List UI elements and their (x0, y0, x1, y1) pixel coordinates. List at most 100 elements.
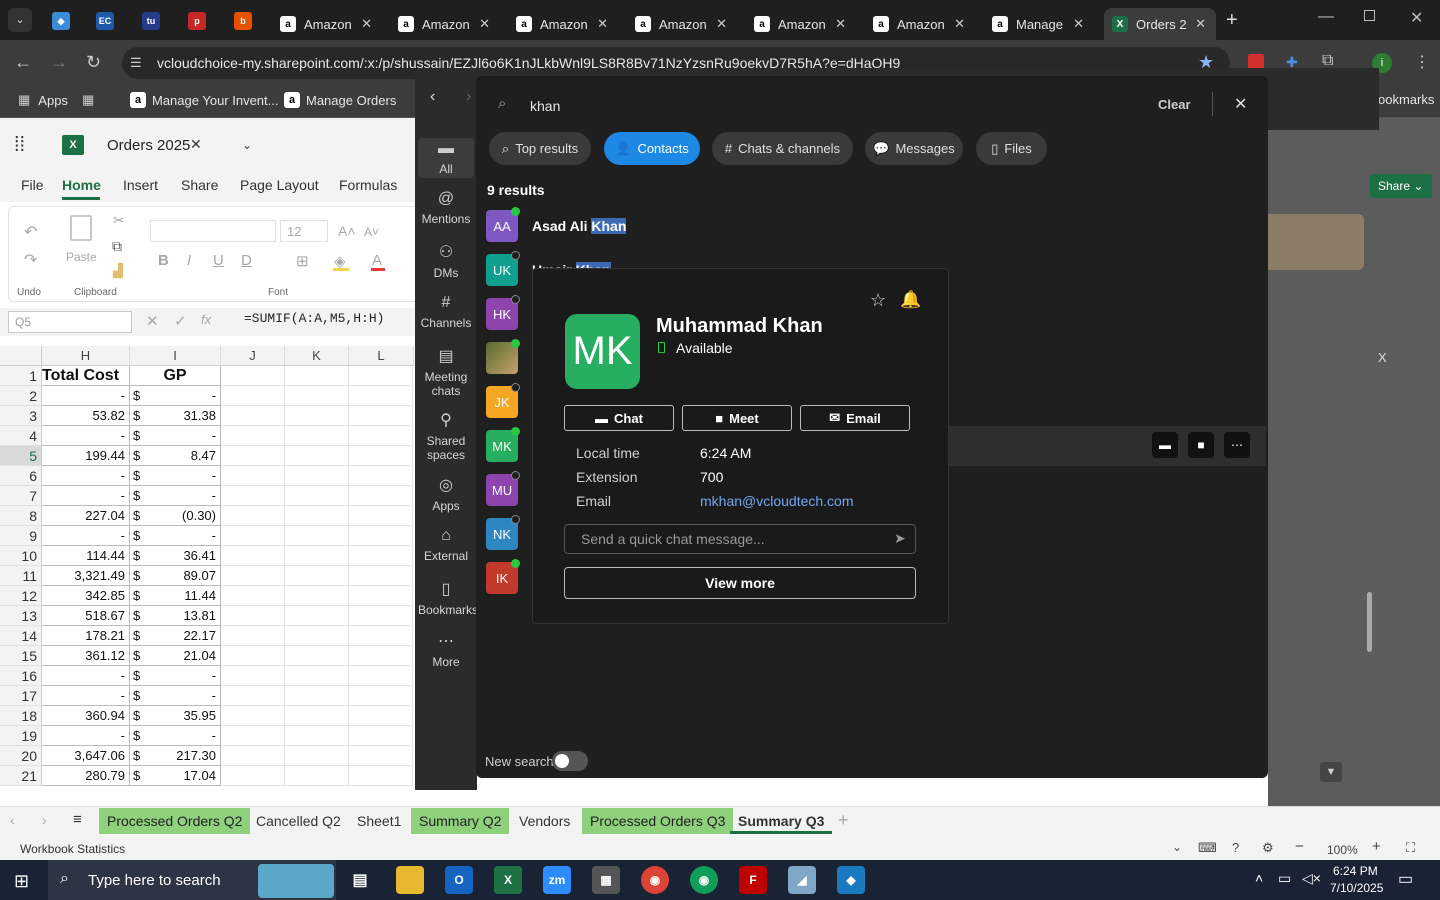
empty-cell[interactable] (349, 546, 413, 566)
total-cost-cell[interactable]: 3,321.49 (42, 566, 130, 586)
browser-tab[interactable]: a Manage ✕ (984, 8, 1094, 40)
total-cost-cell[interactable]: 518.67 (42, 606, 130, 626)
restore-icon[interactable] (1364, 10, 1375, 21)
empty-cell[interactable] (285, 746, 349, 766)
filezilla-icon[interactable]: F (739, 866, 767, 894)
close-icon[interactable]: ✕ (835, 16, 846, 32)
prev-sheet-icon[interactable]: ‹ (10, 812, 15, 828)
gp-cell[interactable]: $ (0.30) (130, 506, 221, 526)
empty-cell[interactable] (221, 366, 285, 386)
volume-icon[interactable]: ◁× (1302, 870, 1321, 887)
empty-cell[interactable] (285, 666, 349, 686)
row-header[interactable]: 1 (0, 366, 42, 386)
header-cell[interactable]: GP (130, 366, 221, 386)
zoom-level[interactable]: 100% (1327, 843, 1358, 857)
filter-chats-channels[interactable]: # Chats & channels (712, 132, 853, 165)
notifications-icon[interactable]: ▭ (1398, 869, 1413, 889)
clear-button[interactable]: Clear (1158, 97, 1191, 112)
empty-cell[interactable] (349, 486, 413, 506)
empty-cell[interactable] (285, 426, 349, 446)
close-icon[interactable]: ✕ (597, 16, 608, 32)
rail-item-dms[interactable]: ⚇ DMs (418, 242, 474, 280)
filter-files[interactable]: ▯ Files (976, 132, 1047, 165)
select-all-corner[interactable] (0, 346, 42, 366)
zoom-out-icon[interactable]: − (1295, 838, 1304, 855)
total-cost-cell[interactable]: - (42, 726, 130, 746)
clock-time[interactable]: 6:24 PM (1333, 864, 1378, 878)
total-cost-cell[interactable]: 114.44 (42, 546, 130, 566)
share-button[interactable]: Share ⌄ (1370, 174, 1432, 198)
sheet-tab[interactable]: Processed Orders Q2 (99, 808, 251, 834)
app-launcher-icon[interactable]: ⁞⁞ (14, 134, 25, 157)
row-header[interactable]: 4 (0, 426, 42, 446)
cancel-formula-icon[interactable]: ✕ (146, 312, 159, 330)
row-header[interactable]: 3 (0, 406, 42, 426)
increase-font-icon[interactable]: A˄ (338, 223, 356, 239)
row-header[interactable]: 15 (0, 646, 42, 666)
browser-tab[interactable]: a Amazon ✕ (865, 8, 975, 40)
reload-icon[interactable]: ↻ (86, 52, 101, 73)
close-window-icon[interactable]: ✕ (1410, 8, 1423, 28)
empty-cell[interactable] (349, 686, 413, 706)
file-settings-icon[interactable]: ✕ (190, 136, 202, 153)
rail-item-more[interactable]: ⋯ More (418, 631, 474, 669)
empty-cell[interactable] (221, 646, 285, 666)
site-info-icon[interactable]: ☰ (130, 55, 142, 71)
column-header[interactable]: K (285, 346, 349, 366)
gp-cell[interactable]: $ - (130, 686, 221, 706)
empty-cell[interactable] (221, 386, 285, 406)
empty-cell[interactable] (285, 466, 349, 486)
row-header[interactable]: 10 (0, 546, 42, 566)
chrome-icon[interactable]: ◉ (690, 866, 718, 894)
gp-cell[interactable]: $89.07 (130, 566, 221, 586)
tab-formulas[interactable]: Formulas (339, 177, 397, 193)
notification-bell-icon[interactable]: 🔔 (900, 290, 921, 310)
calculator-icon[interactable]: ▦ (592, 866, 620, 894)
file-name[interactable]: Orders 2025 (107, 137, 190, 154)
sheet-tab[interactable]: Sheet1 (349, 808, 409, 834)
gp-cell[interactable]: $11.44 (130, 586, 221, 606)
pinned-tab-icon[interactable]: p (188, 12, 206, 30)
total-cost-cell[interactable]: - (42, 386, 130, 406)
row-header[interactable]: 14 (0, 626, 42, 646)
tray-chevron-icon[interactable]: ˄ (1255, 870, 1263, 886)
gp-cell[interactable]: $ - (130, 726, 221, 746)
empty-cell[interactable] (285, 686, 349, 706)
meet-button[interactable]: ■ Meet (682, 405, 792, 431)
empty-cell[interactable] (221, 586, 285, 606)
empty-cell[interactable] (285, 366, 349, 386)
menu-kebab-icon[interactable]: ⋮ (1414, 52, 1430, 72)
column-header[interactable]: L (349, 346, 414, 366)
rail-item-mentions[interactable]: @ Mentions (418, 190, 474, 226)
grid-bookmark[interactable]: ▦ (82, 92, 94, 108)
empty-cell[interactable] (349, 606, 413, 626)
font-size-select[interactable]: 12 (280, 220, 328, 242)
empty-cell[interactable] (285, 726, 349, 746)
row-header[interactable]: 16 (0, 666, 42, 686)
font-family-select[interactable] (150, 220, 276, 242)
filter-top-results[interactable]: ⌕ Top results (489, 132, 591, 165)
total-cost-cell[interactable]: 178.21 (42, 626, 130, 646)
total-cost-cell[interactable]: 361.12 (42, 646, 130, 666)
empty-cell[interactable] (349, 446, 413, 466)
bold-icon[interactable]: B (158, 252, 169, 269)
tab-home[interactable]: Home (62, 177, 101, 193)
empty-cell[interactable] (221, 706, 285, 726)
row-header[interactable]: 20 (0, 746, 42, 766)
email-link[interactable]: mkhan@vcloudtech.com (700, 493, 854, 509)
close-icon[interactable]: ✕ (1073, 16, 1084, 32)
empty-cell[interactable] (285, 486, 349, 506)
close-icon[interactable]: ✕ (479, 16, 490, 32)
empty-cell[interactable] (221, 426, 285, 446)
empty-cell[interactable] (221, 466, 285, 486)
total-cost-cell[interactable]: - (42, 526, 130, 546)
bookmark-item[interactable]: a Manage Orders (284, 92, 396, 108)
empty-cell[interactable] (285, 586, 349, 606)
pinned-tab-icon[interactable]: ◆ (52, 12, 70, 30)
tab-file[interactable]: File (21, 177, 44, 193)
empty-cell[interactable] (349, 706, 413, 726)
row-header[interactable]: 18 (0, 706, 42, 726)
forward-icon[interactable]: → (50, 52, 68, 73)
keyboard-icon[interactable]: ⌨ (1198, 840, 1217, 856)
italic-icon[interactable]: I (187, 252, 191, 269)
